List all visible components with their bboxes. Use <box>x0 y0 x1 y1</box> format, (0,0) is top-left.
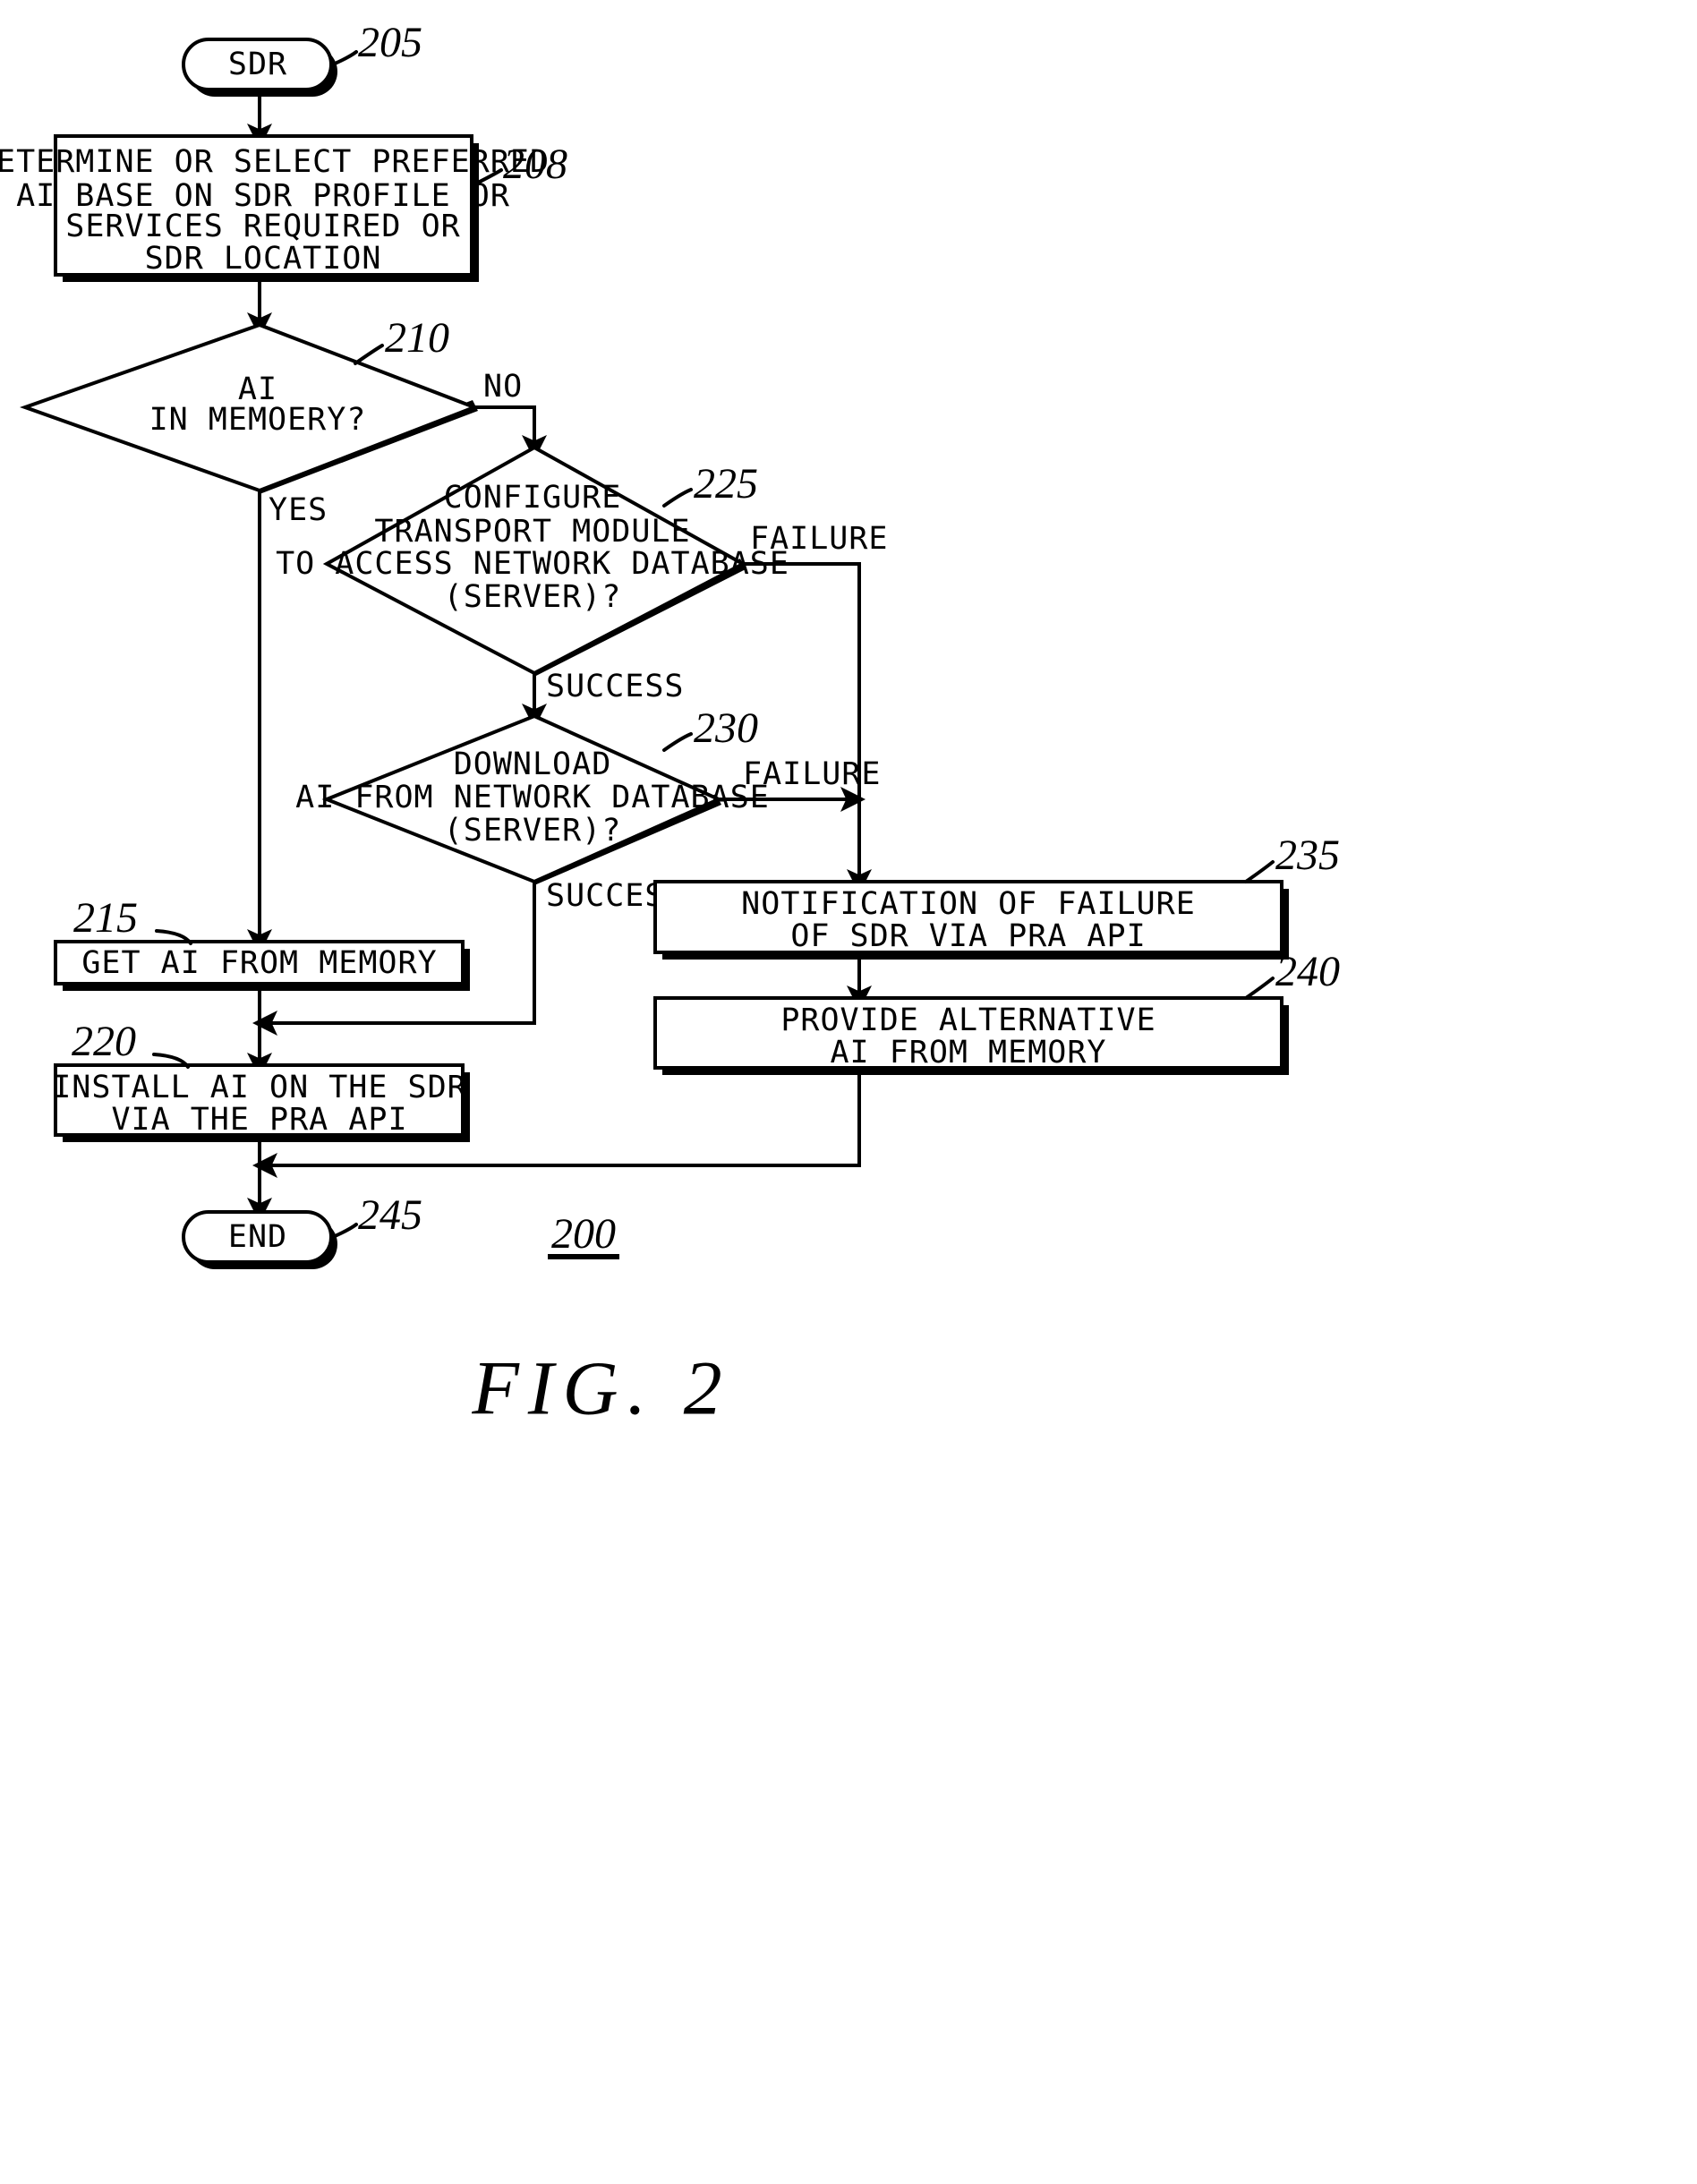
configure-line-3: TO ACCESS NETWORK DATABASE <box>276 546 789 582</box>
install-line-1: INSTALL AI ON THE SDR <box>52 1070 467 1105</box>
leader-205 <box>331 50 358 66</box>
edge-label-success-225: SUCCESS <box>546 669 685 704</box>
determine-line-3: SERVICES REQUIRED OR <box>65 209 460 244</box>
determine-line-1: DETERMINE OR SELECT PREFERRED <box>0 144 550 180</box>
leader-235 <box>1244 860 1275 883</box>
edge-no-to-configure <box>474 405 547 460</box>
ref-number-205: 205 <box>358 19 422 66</box>
download-line-3: (SERVER)? <box>444 813 622 849</box>
edge-failure225-to-notification <box>743 562 872 894</box>
ref-number-225: 225 <box>694 460 758 508</box>
ref-number-210: 210 <box>385 314 449 362</box>
download-line-1: DOWNLOAD <box>454 746 612 782</box>
configure-line-1: CONFIGURE <box>444 480 622 516</box>
patent-figure: SDR 205 DETERMINE OR SELECT PREFERRED AI… <box>0 0 1697 2184</box>
node-get-ai-from-memory[interactable]: GET AI FROM MEMORY <box>54 940 470 991</box>
node-start-sdr[interactable]: SDR <box>182 38 337 97</box>
leader-225 <box>662 488 693 508</box>
node-end[interactable]: END <box>182 1210 337 1269</box>
node-notification-of-failure[interactable]: NOTIFICATION OF FAILURE OF SDR VIA PRA A… <box>653 880 1289 960</box>
leader-210 <box>354 344 384 365</box>
notification-line-1: NOTIFICATION OF FAILURE <box>741 886 1196 922</box>
node-provide-alternative-ai[interactable]: PROVIDE ALTERNATIVE AI FROM MEMORY <box>653 996 1289 1075</box>
determine-line-4: SDR LOCATION <box>145 241 382 277</box>
node-determine-ai[interactable]: DETERMINE OR SELECT PREFERRED AI BASE ON… <box>0 134 550 282</box>
diagram-number-group: 200 <box>548 1210 619 1259</box>
download-line-2: AI FROM NETWORK DATABASE <box>295 780 770 815</box>
ref-callout-205: 205 <box>331 19 422 66</box>
ref-number-230: 230 <box>694 704 758 752</box>
ref-callout-210: 210 <box>354 314 449 365</box>
ref-number-235: 235 <box>1275 832 1340 879</box>
end-label: END <box>228 1219 287 1255</box>
ref-number-208: 208 <box>503 141 567 188</box>
configure-line-4: (SERVER)? <box>444 579 622 615</box>
diagram-number: 200 <box>551 1210 616 1258</box>
ref-number-240: 240 <box>1275 948 1340 995</box>
install-line-2: VIA THE PRA API <box>111 1102 407 1138</box>
leader-240 <box>1244 977 1275 1000</box>
ref-number-245: 245 <box>358 1191 422 1239</box>
get-ai-label: GET AI FROM MEMORY <box>81 945 437 981</box>
edge-label-failure-225: FAILURE <box>750 521 889 557</box>
ai-in-memory-line-2: IN MEMOERY? <box>149 402 367 438</box>
flowchart-canvas: SDR 205 DETERMINE OR SELECT PREFERRED AI… <box>0 19 1340 1431</box>
leader-230 <box>662 732 693 752</box>
alternative-line-1: PROVIDE ALTERNATIVE <box>780 1002 1155 1038</box>
figure-caption: FIG. 2 <box>471 1345 730 1431</box>
ref-callout-215: 215 <box>73 894 192 945</box>
start-label: SDR <box>228 47 287 82</box>
ref-callout-225: 225 <box>662 460 758 508</box>
ref-callout-220: 220 <box>72 1018 190 1069</box>
ref-callout-245: 245 <box>331 1191 422 1239</box>
node-install-ai[interactable]: INSTALL AI ON THE SDR VIA THE PRA API <box>52 1063 470 1142</box>
edge-label-yes: YES <box>269 492 328 528</box>
alternative-line-2: AI FROM MEMORY <box>830 1035 1106 1071</box>
ref-callout-235: 235 <box>1244 832 1340 883</box>
notification-line-2: OF SDR VIA PRA API <box>790 918 1146 954</box>
leader-245 <box>331 1223 358 1239</box>
ref-number-215: 215 <box>73 894 138 942</box>
configure-line-2: TRANSPORT MODULE <box>374 514 690 550</box>
ref-number-220: 220 <box>72 1018 136 1065</box>
edge-label-failure-230: FAILURE <box>743 756 882 792</box>
ref-callout-230: 230 <box>662 704 758 752</box>
edge-label-no: NO <box>483 369 523 405</box>
